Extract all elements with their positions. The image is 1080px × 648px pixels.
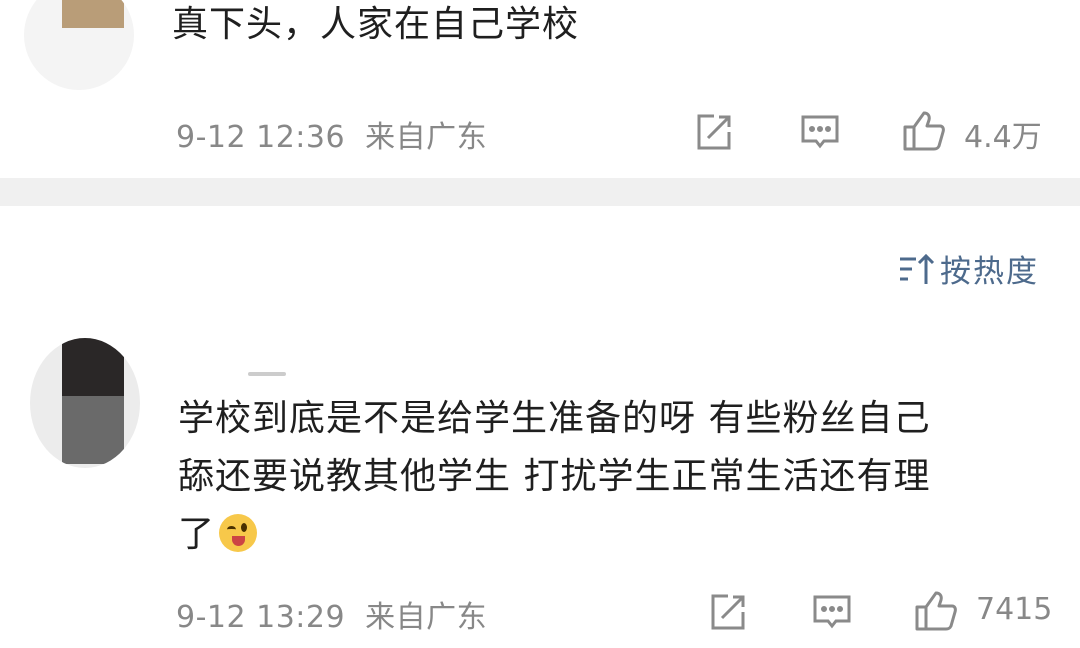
comment-text: 真下头，人家在自己学校 xyxy=(172,4,580,45)
thumbs-up-icon[interactable] xyxy=(914,590,958,632)
comment-text: 学校到底是不是给学生准备的呀 有些粉丝自己 舔还要说教其他学生 打扰学生正常生活… xyxy=(178,390,1058,564)
username[interactable] xyxy=(248,372,286,376)
sort-toggle[interactable]: 按热度 xyxy=(898,246,1039,291)
thumbs-up-icon[interactable] xyxy=(902,110,946,152)
sort-icon xyxy=(898,252,936,286)
like-count: 7415 xyxy=(976,592,1053,627)
share-icon[interactable] xyxy=(694,112,734,152)
comment-line: 了 xyxy=(178,514,216,555)
comment-meta: 9-12 12:36 来自广东 xyxy=(176,112,487,156)
section-divider xyxy=(0,178,1080,206)
avatar[interactable] xyxy=(30,338,140,468)
tongue-wink-emoji xyxy=(219,514,258,552)
comment-icon[interactable] xyxy=(800,112,840,152)
like-count: 4.4万 xyxy=(964,120,1042,155)
comment-time: 9-12 12:36 xyxy=(176,120,346,155)
comment-meta: 9-12 13:29 来自广东 xyxy=(176,592,487,636)
comment-location: 来自广东 xyxy=(365,600,488,635)
sort-label: 按热度 xyxy=(940,254,1039,290)
comment-line: 学校到底是不是给学生准备的呀 有些粉丝自己 xyxy=(178,398,931,439)
comment-line: 舔还要说教其他学生 打扰学生正常生活还有理 xyxy=(178,456,931,497)
avatar[interactable] xyxy=(24,0,134,90)
comment-icon[interactable] xyxy=(812,592,852,632)
comment-location: 来自广东 xyxy=(365,120,488,155)
comment-line-last: 了 xyxy=(178,506,1058,564)
comment-time: 9-12 13:29 xyxy=(176,600,346,635)
share-icon[interactable] xyxy=(708,592,748,632)
